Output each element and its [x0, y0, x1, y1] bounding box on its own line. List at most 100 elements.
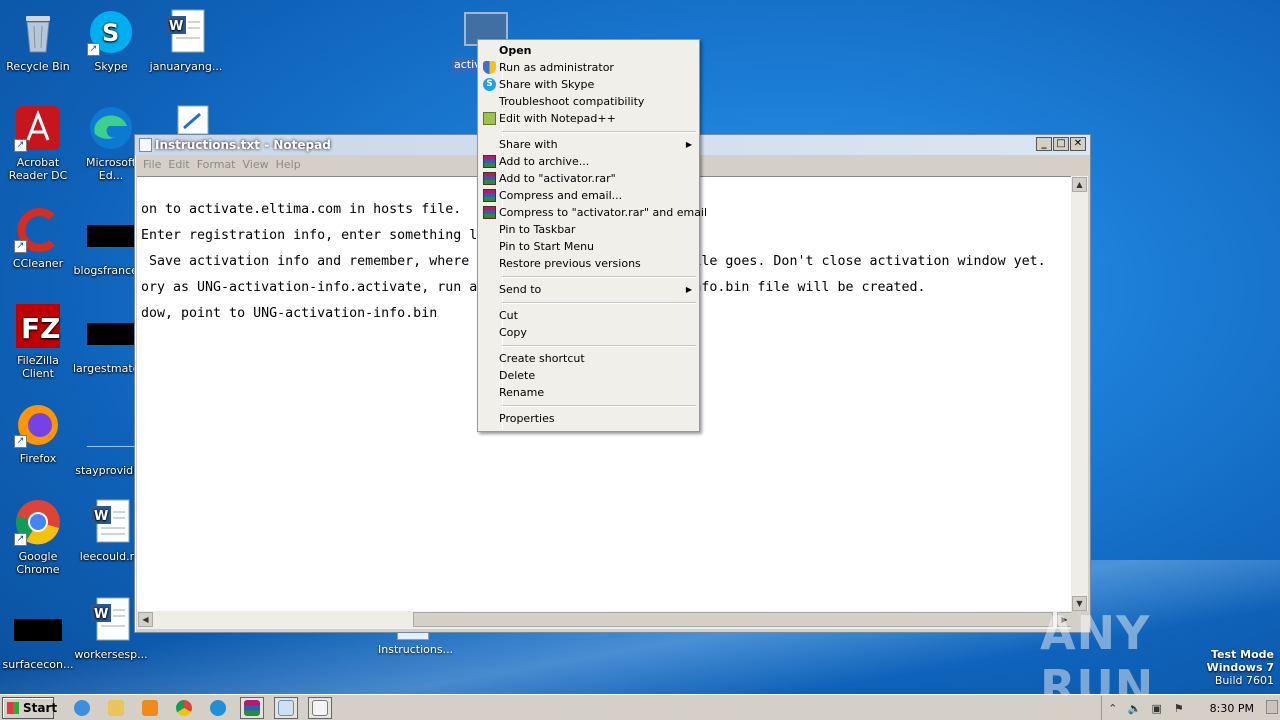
scroll-left-icon[interactable]: ◀: [138, 612, 153, 627]
winrar-icon: [483, 206, 496, 219]
ie-icon[interactable]: [70, 697, 94, 719]
close-button[interactable]: ✕: [1070, 137, 1086, 151]
menu-item-delete[interactable]: Delete: [478, 367, 699, 384]
menu-separator: [478, 341, 699, 350]
desktop-icon-januaryang[interactable]: W januaryang...: [148, 8, 224, 73]
desktop-icon-filezilla[interactable]: FZ FileZilla Client: [0, 302, 76, 380]
menu-help[interactable]: Help: [274, 155, 306, 174]
menu-item-pin-start[interactable]: Pin to Start Menu: [478, 238, 699, 255]
volume-icon[interactable]: 🔈: [1128, 701, 1142, 715]
menu-item-label: Share with: [499, 138, 558, 151]
desktop-icon-label: Acrobat Reader DC: [8, 156, 68, 182]
file-icon: [87, 425, 135, 447]
menu-item-troubleshoot[interactable]: Troubleshoot compatibility: [478, 93, 699, 110]
menu-item-label: Cut: [499, 309, 518, 322]
chrome-icon: ↗: [14, 498, 62, 546]
menu-view[interactable]: View: [241, 155, 274, 174]
desktop-icon-chrome[interactable]: ↗ Google Chrome: [0, 498, 76, 576]
skype-icon: S: [483, 78, 496, 91]
menu-item-compress-email[interactable]: Compress and email...: [478, 187, 699, 204]
menu-item-label: Pin to Taskbar: [499, 223, 576, 236]
notepad-file-icon: [397, 632, 429, 640]
menu-item-label: Send to: [499, 283, 542, 296]
menu-format[interactable]: Format: [195, 155, 241, 174]
menu-item-properties[interactable]: Properties: [478, 410, 699, 427]
menu-item-send-to[interactable]: Send to ▶: [478, 281, 699, 298]
notepad-icon: [139, 138, 152, 152]
desktop-icon-surfacecon[interactable]: surfacecon...: [0, 606, 76, 671]
menu-item-pin-taskbar[interactable]: Pin to Taskbar: [478, 221, 699, 238]
menu-separator: [478, 298, 699, 307]
shortcut-arrow-icon: ↗: [14, 240, 27, 253]
shortcut-arrow-icon: ↗: [14, 139, 27, 152]
action-center-flag-icon[interactable]: ⚑: [1172, 701, 1186, 715]
network-icon[interactable]: ▣: [1150, 701, 1164, 715]
menu-edit[interactable]: Edit: [166, 155, 194, 174]
menu-item-restore-versions[interactable]: Restore previous versions: [478, 255, 699, 272]
desktop-icon-ccleaner[interactable]: ↗ CCleaner: [0, 205, 76, 270]
taskbar: Start ⌃ 🔈 ▣ ⚑ 8:30 PM: [0, 694, 1280, 720]
desktop-icon-firefox[interactable]: ↗ Firefox: [0, 400, 76, 465]
desktop-icon-label: CCleaner: [12, 257, 64, 270]
windows-flag-icon: [7, 701, 19, 714]
chrome-icon[interactable]: [172, 697, 196, 719]
desktop-icon-recycle-bin[interactable]: Recycle Bin: [0, 8, 76, 73]
menu-item-label: Rename: [499, 386, 545, 399]
word-document-icon: W: [87, 596, 135, 644]
desktop-icon-acrobat[interactable]: ↗ Acrobat Reader DC: [0, 104, 76, 182]
black-file-icon: [14, 619, 62, 641]
menu-item-rename[interactable]: Rename: [478, 384, 699, 401]
menu-item-label: Edit with Notepad++: [499, 112, 616, 125]
menu-item-label: Add to "activator.rar": [499, 172, 616, 185]
test-mode-label: Test Mode Windows 7 Build 7601: [1207, 648, 1274, 687]
shortcut-arrow-icon: ↗: [14, 435, 27, 448]
window-title: Instructions.txt - Notepad: [155, 138, 331, 152]
edge-icon[interactable]: [206, 697, 230, 719]
menu-item-label: Compress to "activator.rar" and email: [499, 206, 708, 219]
acrobat-icon: ↗: [14, 104, 62, 152]
menu-item-create-shortcut[interactable]: Create shortcut: [478, 350, 699, 367]
notepad-plus-icon: [483, 112, 496, 125]
vertical-scrollbar[interactable]: ▲ ▼: [1071, 176, 1088, 612]
scroll-thumb[interactable]: [413, 612, 1053, 627]
menu-item-label: Properties: [499, 412, 555, 425]
menu-item-label: Create shortcut: [499, 352, 585, 365]
menu-file[interactable]: File: [141, 155, 166, 174]
clock[interactable]: 8:30 PM: [1210, 702, 1254, 715]
scroll-up-icon[interactable]: ▲: [1072, 177, 1087, 192]
show-desktop-button[interactable]: [1266, 700, 1278, 714]
menu-item-cut[interactable]: Cut: [478, 307, 699, 324]
maximize-button[interactable]: □: [1053, 137, 1069, 151]
notepad-icon[interactable]: [274, 696, 298, 719]
selected-file-label[interactable]: activ: [452, 57, 480, 73]
menu-item-share-skype[interactable]: S Share with Skype: [478, 76, 699, 93]
winrar-icon[interactable]: [240, 696, 264, 719]
app-window-icon[interactable]: [308, 696, 332, 719]
menu-item-add-archive[interactable]: Add to archive...: [478, 153, 699, 170]
horizontal-scrollbar[interactable]: ◀ ▶: [137, 611, 1073, 629]
menu-item-share-with[interactable]: Share with ▶: [478, 136, 699, 153]
menu-item-edit-notepadpp[interactable]: Edit with Notepad++: [478, 110, 699, 127]
submenu-arrow-icon: ▶: [685, 140, 692, 149]
winrar-icon: [483, 189, 496, 202]
menu-item-label: Add to archive...: [499, 155, 590, 168]
shield-icon: [483, 61, 496, 74]
ccleaner-icon: ↗: [14, 205, 62, 253]
menu-item-open[interactable]: Open: [478, 42, 699, 59]
menu-item-label: Restore previous versions: [499, 257, 641, 270]
start-button[interactable]: Start: [2, 696, 58, 719]
start-label: Start: [23, 700, 58, 715]
recycle-bin-icon: [14, 8, 62, 56]
context-menu: Open Run as administrator S Share with Sk…: [477, 39, 707, 432]
svg-text:W: W: [94, 509, 108, 524]
desktop-icon-instructions[interactable]: Instructions...: [378, 632, 453, 656]
menu-item-run-as-admin[interactable]: Run as administrator: [478, 59, 699, 76]
desktop-icon-skype[interactable]: S ↗ Skype: [73, 8, 149, 73]
menu-item-copy[interactable]: Copy: [478, 324, 699, 341]
menu-item-add-to-rar[interactable]: Add to "activator.rar": [478, 170, 699, 187]
menu-item-compress-rar-email[interactable]: Compress to "activator.rar" and email: [478, 204, 707, 221]
media-player-icon[interactable]: [138, 697, 162, 719]
tray-expand-icon[interactable]: ⌃: [1106, 701, 1120, 715]
minimize-button[interactable]: _: [1036, 137, 1052, 151]
explorer-icon[interactable]: [104, 697, 128, 719]
